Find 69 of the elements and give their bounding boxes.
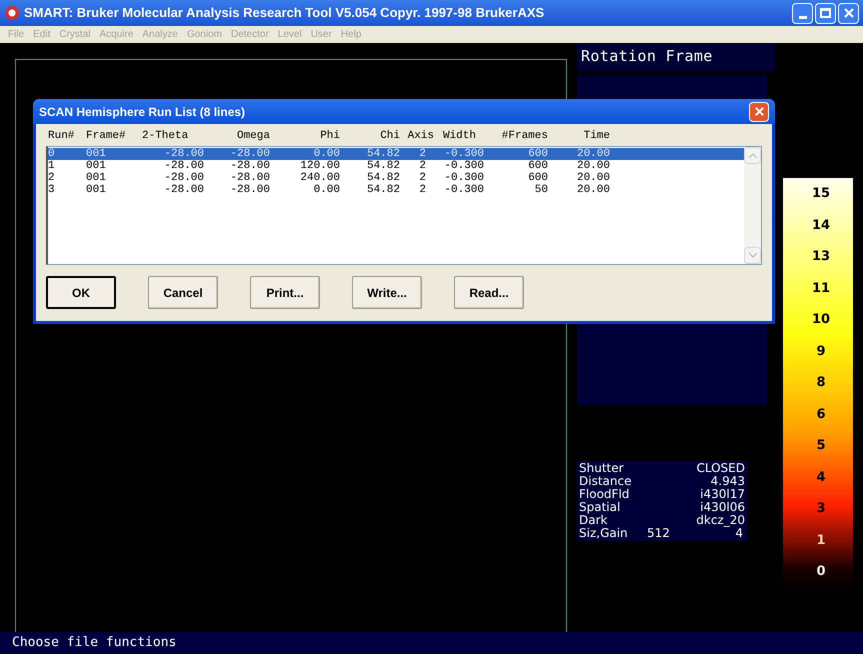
info-value: 512: [647, 527, 670, 540]
dialog-button[interactable]: Write...: [352, 276, 422, 309]
close-button[interactable]: [838, 2, 859, 24]
column-header: Chi: [379, 128, 400, 144]
column-header: Time: [582, 128, 610, 144]
menu-item[interactable]: User: [310, 27, 332, 42]
info-value: 4.943: [710, 475, 745, 488]
info-value: 4: [735, 527, 743, 540]
dialog-button[interactable]: Cancel: [148, 276, 218, 309]
column-header: Phi: [319, 128, 340, 144]
chevron-down-icon: [748, 253, 756, 258]
scale-label: 11: [812, 280, 830, 298]
scale-label: 3: [816, 500, 826, 518]
list-row[interactable]: 0 001 -28.00 -28.00 0.00 54.82 2 -0.300 600 20.00: [48, 148, 744, 160]
minimize-button[interactable]: [792, 2, 813, 24]
dialog-button[interactable]: OK: [46, 276, 116, 309]
status-bar: Choose file functions: [0, 632, 863, 654]
menu-item[interactable]: Goniom: [186, 27, 222, 42]
column-header: Omega: [236, 128, 270, 144]
maximize-button[interactable]: [815, 2, 836, 24]
info-label: Shutter: [579, 462, 625, 475]
dialog-title: SCAN Hemisphere Run List (8 lines): [39, 104, 246, 120]
column-header: 2-Theta: [142, 128, 190, 144]
list-row[interactable]: 3 001 -28.00 -28.00 0.00 54.82 2 -0.300 50 20.00: [48, 184, 744, 196]
info-label: Siz,Gain: [579, 527, 629, 540]
close-icon: [754, 106, 764, 117]
scale-label: 5: [816, 437, 826, 456]
run-list[interactable]: [46, 146, 762, 265]
info-label: Distance: [579, 475, 632, 488]
dialog-button[interactable]: Print...: [250, 276, 320, 309]
scale-label: 13: [812, 248, 830, 266]
menu-item[interactable]: File: [8, 27, 24, 42]
list-row[interactable]: 1 001 -28.00 -28.00 120.00 54.82 2 -0.300 600 20.00: [48, 160, 744, 172]
scale-label: 1: [816, 532, 826, 550]
scale-label: 10: [812, 311, 830, 330]
column-header: Width: [442, 128, 476, 144]
menu-item[interactable]: Analyze: [142, 27, 178, 42]
chevron-up-icon: [748, 153, 756, 158]
list-row[interactable]: 2 001 -28.00 -28.00 240.00 54.82 2 -0.300 600 20.00: [48, 172, 744, 184]
column-header: Axis: [406, 128, 434, 144]
menu-item[interactable]: Detector: [230, 27, 269, 42]
dialog-button[interactable]: Read...: [454, 276, 524, 309]
info-value: i430l06: [700, 501, 745, 514]
info-label: Dark: [579, 514, 608, 527]
menu-item[interactable]: Level: [278, 27, 302, 42]
scale-label: 8: [816, 374, 826, 392]
close-button[interactable]: [749, 102, 769, 122]
column-header: #Frames: [500, 128, 548, 144]
scale-label: 14: [812, 216, 830, 235]
window-title: SMART: Bruker Molecular Analysis Research Tool V5.054 Copyr. 1997-98 BrukerAXS: [24, 4, 544, 22]
scale-label: 15: [812, 185, 830, 204]
panel-title: Rotation Frame: [577, 43, 775, 71]
info-label: Spatial: [579, 501, 622, 514]
app-icon: [4, 5, 20, 21]
column-header: Run#: [48, 128, 76, 144]
close-icon: [842, 7, 854, 19]
menu-item[interactable]: Acquire: [99, 27, 134, 42]
scale-label: 6: [816, 406, 826, 424]
info-value: dkcz_20: [696, 514, 745, 527]
info-value: CLOSED: [696, 462, 745, 475]
info-value: i430l17: [700, 488, 745, 501]
scale-label: 4: [816, 468, 826, 487]
scale-label: 0: [816, 563, 826, 582]
menu-item[interactable]: Crystal: [59, 27, 90, 42]
menu-item[interactable]: Edit: [33, 27, 50, 42]
scale-label: 9: [816, 342, 826, 361]
info-label: FloodFld: [579, 488, 630, 501]
column-header: Frame#: [86, 128, 127, 144]
menu-item[interactable]: Help: [340, 27, 362, 42]
